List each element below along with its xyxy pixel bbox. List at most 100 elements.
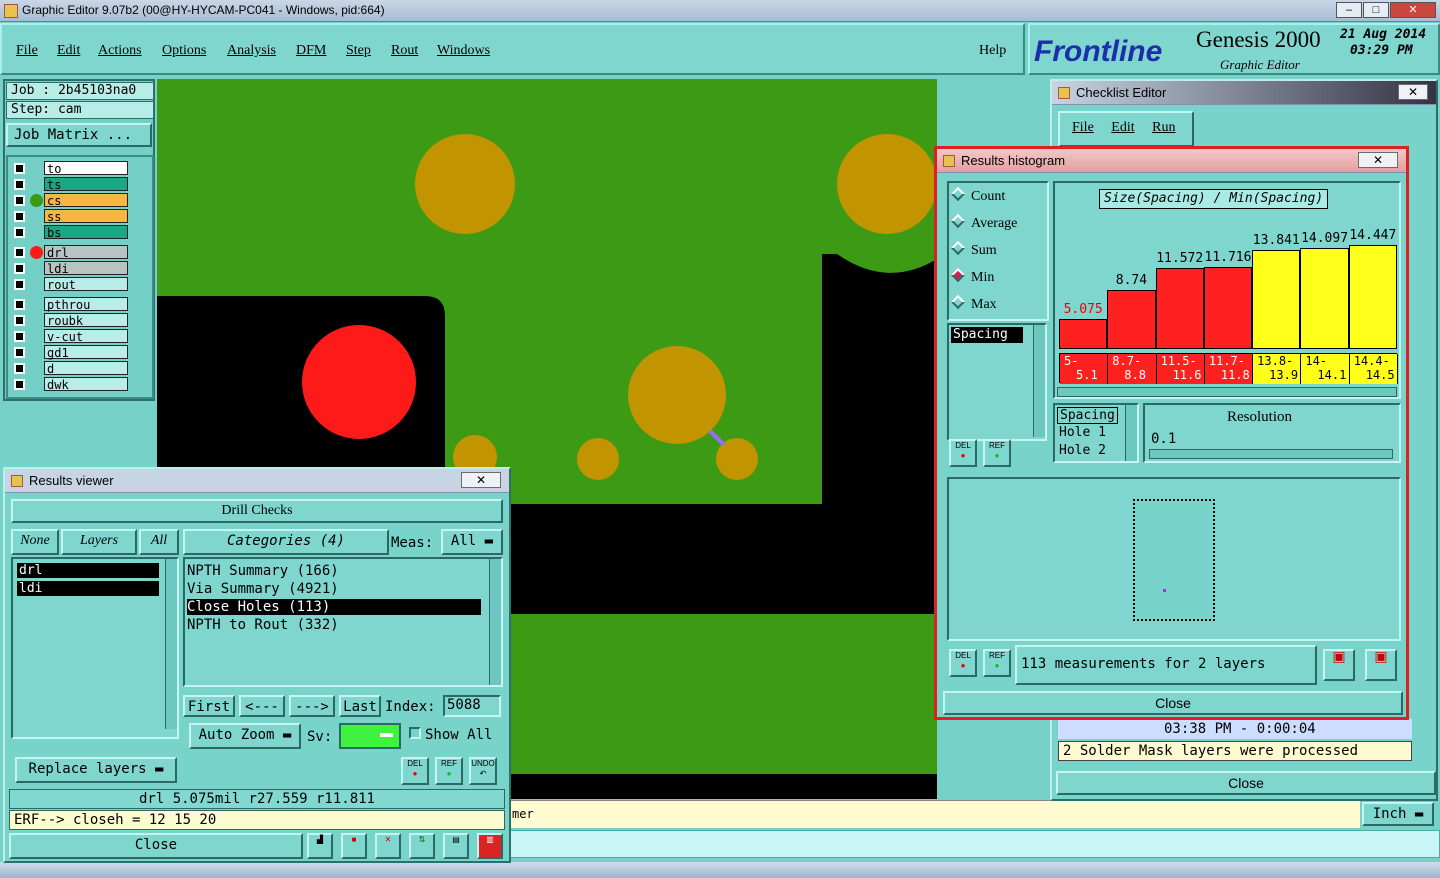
all-button[interactable]: All <box>139 529 179 555</box>
meas-dropdown[interactable]: All ▬ <box>441 529 503 555</box>
replace-layers-dropdown[interactable]: Replace layers ▬ <box>15 757 177 783</box>
layer-row-v-cut[interactable]: v-cut <box>12 329 128 344</box>
layer-row-ts[interactable]: ts <box>12 177 128 192</box>
histogram-close-button[interactable]: Close <box>943 691 1403 715</box>
categories-button[interactable]: Categories (4) <box>183 529 389 555</box>
attribute-item-spacing[interactable]: Spacing <box>1057 407 1118 424</box>
layer-name[interactable]: ss <box>44 209 128 224</box>
layer-row-ldi[interactable]: ldi <box>12 261 128 276</box>
units-dropdown[interactable]: Inch ▬ <box>1362 802 1434 826</box>
layer-row-ss[interactable]: ss <box>12 209 128 224</box>
menu-windows[interactable]: Windows <box>437 43 490 59</box>
menu-analysis[interactable]: Analysis <box>227 43 276 59</box>
menu-rout[interactable]: Rout <box>391 43 418 59</box>
menu-file[interactable]: File <box>16 43 38 59</box>
layer-row-pthrou[interactable]: pthrou <box>12 297 128 312</box>
report-icon[interactable]: ▤ <box>443 833 469 859</box>
close-icon[interactable]: ✕ <box>461 472 501 488</box>
mode-radio-count[interactable]: Count <box>950 186 1005 205</box>
command-line[interactable] <box>510 830 1440 858</box>
attribute-item-hole1[interactable]: Hole 1 <box>1059 425 1106 440</box>
none-button[interactable]: None <box>11 529 59 555</box>
layer-name[interactable]: rout <box>44 277 128 292</box>
menu-edit[interactable]: Edit <box>57 43 80 59</box>
layer-name[interactable]: drl <box>44 245 128 260</box>
layer-name[interactable]: gd1 <box>44 345 128 360</box>
menu-dfm[interactable]: DFM <box>296 43 326 59</box>
category-item[interactable]: NPTH to Rout (332) <box>187 617 339 633</box>
prev-button[interactable]: <--- <box>239 695 285 717</box>
mode-radio-average[interactable]: Average <box>950 213 1017 232</box>
chart-h-scrollbar[interactable] <box>1057 387 1397 397</box>
layer-checkbox[interactable] <box>14 163 25 174</box>
ref-button[interactable]: REF ● <box>983 439 1011 467</box>
close-window-button[interactable]: ✕ <box>1390 2 1436 18</box>
histogram-bar[interactable] <box>1300 248 1349 349</box>
category-scrollbar[interactable] <box>489 559 501 685</box>
menu-help[interactable]: Help <box>979 43 1006 59</box>
layer-name[interactable]: cs <box>44 193 128 208</box>
layer-checkbox[interactable] <box>14 263 25 274</box>
layer-row-drl[interactable]: drl <box>12 245 128 260</box>
layer-name[interactable]: v-cut <box>44 329 128 344</box>
histogram-bar[interactable] <box>1155 268 1204 349</box>
index-input[interactable]: 5088 <box>443 695 501 717</box>
layer-row-rout[interactable]: rout <box>12 277 128 292</box>
minimize-button[interactable]: – <box>1336 2 1362 18</box>
category-item[interactable]: NPTH Summary (166) <box>187 563 339 579</box>
layer-name[interactable]: dwk <box>44 377 128 392</box>
checklist-close-button[interactable]: Close <box>1056 771 1436 795</box>
sort-icon[interactable]: ⇅ <box>409 833 435 859</box>
histogram-bar[interactable] <box>1348 245 1397 349</box>
report-icon[interactable]: ▣ <box>1365 649 1397 681</box>
layer-checkbox[interactable] <box>14 299 25 310</box>
histogram-bar[interactable] <box>1107 290 1156 349</box>
layer-name[interactable]: bs <box>44 225 128 240</box>
layer-checkbox[interactable] <box>14 179 25 190</box>
close-icon[interactable]: ✕ <box>1358 152 1398 168</box>
checklist-menu-edit[interactable]: Edit <box>1111 120 1134 135</box>
layer-result-item[interactable]: ldi <box>17 581 159 596</box>
layer-row-dwk[interactable]: dwk <box>12 377 128 392</box>
resolution-slider[interactable] <box>1149 449 1393 459</box>
del-button[interactable]: DEL ● <box>949 649 977 677</box>
layer-checkbox[interactable] <box>14 195 25 206</box>
maximize-button[interactable]: □ <box>1363 2 1389 18</box>
layer-checkbox[interactable] <box>14 347 25 358</box>
layer-row-cs[interactable]: cs <box>12 193 128 208</box>
layer-row-roubk[interactable]: roubk <box>12 313 128 328</box>
layer-checkbox[interactable] <box>14 331 25 342</box>
layer-row-gd1[interactable]: gd1 <box>12 345 128 360</box>
layer-name[interactable]: to <box>44 161 128 176</box>
layer-name[interactable]: roubk <box>44 313 128 328</box>
checklist-menu-file[interactable]: File <box>1072 120 1094 135</box>
layer-name[interactable]: ldi <box>44 261 128 276</box>
layer-checkbox[interactable] <box>14 379 25 390</box>
layer-checkbox[interactable] <box>14 227 25 238</box>
export-icon[interactable]: ▣ <box>1323 649 1355 681</box>
layer-checkbox[interactable] <box>14 363 25 374</box>
menu-options[interactable]: Options <box>162 43 206 59</box>
layer-list-scrollbar[interactable] <box>165 559 177 729</box>
layer-name[interactable]: d <box>44 361 128 376</box>
category-item-selected[interactable]: Close Holes (113) <box>187 599 481 615</box>
stats-icon[interactable]: ▟ <box>307 833 333 859</box>
checklist-menu-run[interactable]: Run <box>1152 120 1175 135</box>
results-viewer-close-button[interactable]: Close <box>9 833 303 859</box>
mode-radio-min[interactable]: Min <box>950 267 994 286</box>
del-button[interactable]: DEL ● <box>401 757 429 785</box>
field-list-item[interactable]: Spacing <box>951 327 1023 343</box>
histogram-icon[interactable]: ▥ <box>477 833 503 859</box>
attribute-item-hole2[interactable]: Hole 2 <box>1059 443 1106 458</box>
next-button[interactable]: ---> <box>289 695 335 717</box>
layer-checkbox[interactable] <box>14 247 25 258</box>
del-button[interactable]: DEL ● <box>949 439 977 467</box>
layer-result-item[interactable]: drl <box>17 563 159 578</box>
record-icon[interactable]: ■ <box>341 833 367 859</box>
ref-button[interactable]: REF ● <box>435 757 463 785</box>
ref-button[interactable]: REF ● <box>983 649 1011 677</box>
layer-name[interactable]: ts <box>44 177 128 192</box>
first-button[interactable]: First <box>183 695 235 717</box>
field-list-scrollbar[interactable] <box>1033 325 1045 437</box>
layer-row-d[interactable]: d <box>12 361 128 376</box>
